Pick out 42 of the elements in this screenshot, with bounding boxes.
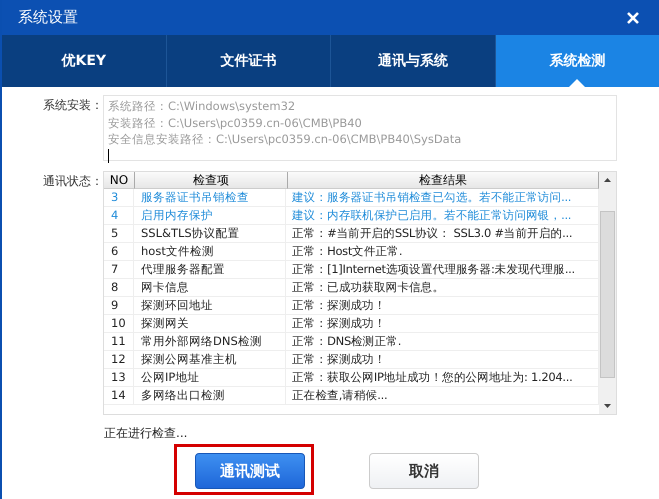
table-cell: 网卡信息 [134,279,286,296]
table-cell: 探测公网基准主机 [134,351,286,368]
table-cell: 探测环回地址 [134,297,286,314]
column-header[interactable]: 检查项 [135,172,288,189]
path-line: 安全信息安装路径：C:\Users\pc0359.cn-06\CMB\PB40\SysData [108,131,462,148]
table-cell: 8 [104,279,134,296]
table-cell: SSL&TLS协议配置 [134,225,286,242]
table-cell: 9 [104,297,134,314]
table-cell: 公网IP地址 [134,369,286,386]
text-cursor [108,148,109,162]
tab[interactable]: 系统检测 [496,35,659,87]
scrollbar[interactable] [599,172,616,414]
table-cell: host文件检测 [134,243,286,260]
status-text: 正在进行检查... [104,425,188,442]
table-cell: 4 [104,207,134,224]
table-cell: 常用外部网络DNS检测 [134,333,286,350]
table-cell: 13 [104,369,134,386]
table-cell: 启用内存保护 [134,207,286,224]
test-button[interactable]: 通讯测试 [195,453,305,489]
table-cell: 多网络出口检测 [134,387,286,404]
close-icon[interactable] [627,12,639,24]
cancel-button[interactable]: 取消 [369,453,479,489]
field-label: 系统安装： [42,97,103,114]
table-cell: 6 [104,243,134,260]
column-header[interactable]: NO [104,172,135,189]
table-cell: 探测网关 [134,315,286,332]
table-cell: 代理服务器配置 [134,261,286,278]
field-label: 通讯状态： [42,173,103,190]
tab[interactable]: 优KEY [2,35,166,87]
table-cell: 12 [104,351,134,368]
tab[interactable]: 文件证书 [166,35,331,87]
table-cell: 10 [104,315,134,332]
path-line: 安装路径：C:\Users\pc0359.cn-06\CMB\PB40 [108,114,363,131]
path-line: 系统路径：C:\Windows\system32 [108,98,296,114]
table-cell: 服务器证书吊销检查 [134,189,286,206]
table-cell: 3 [104,189,134,206]
window-title: 系统设置 [18,8,78,27]
table-cell: 7 [104,261,134,278]
column-header[interactable]: 检查结果 [288,172,599,189]
table-cell: 5 [104,225,134,242]
table-cell: 11 [104,333,134,350]
table-cell: 14 [104,387,134,404]
